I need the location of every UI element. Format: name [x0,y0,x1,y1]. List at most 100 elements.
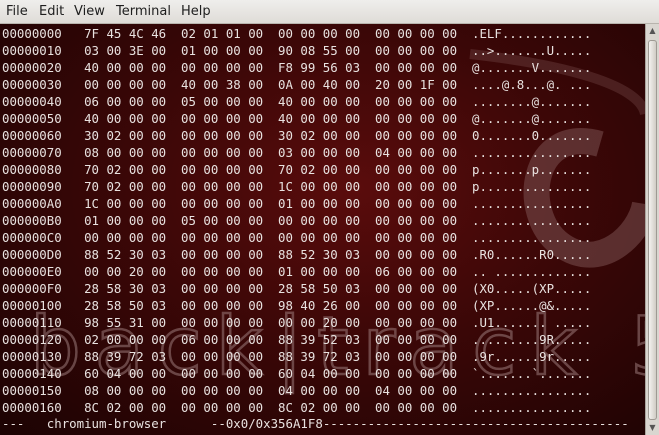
hex-bytes: 08 00 00 00 00 00 00 00 03 00 00 00 04 0… [84,145,458,160]
status-position: --0x0/0x356A1F8 [210,416,323,431]
hex-ascii: ................ [472,145,592,160]
hex-ascii: .. ............. [472,264,592,279]
hex-bytes: 7F 45 4C 46 02 01 01 00 00 00 00 00 00 0… [84,26,458,41]
hex-row: 00000050 40 00 00 00 00 00 00 00 40 00 0… [2,111,591,127]
hex-ascii: @.......@....... [472,111,592,126]
hex-row: 00000100 28 58 50 03 00 00 00 00 98 40 2… [2,298,591,314]
hex-offset: 00000070 [2,145,62,160]
hex-row: 000000B0 01 00 00 00 05 00 00 00 00 00 0… [2,213,591,229]
hex-row: 00000160 8C 02 00 00 00 00 00 00 8C 02 0… [2,400,591,416]
hex-offset: 00000020 [2,60,62,75]
hex-ascii: @.......V....... [472,60,592,75]
hex-ascii: ................ [472,400,592,415]
hex-ascii: 0.......0....... [472,128,592,143]
hex-bytes: 88 39 72 03 00 00 00 00 88 39 72 03 00 0… [84,349,458,364]
hex-bytes: 98 55 31 00 00 00 00 00 00 00 20 00 00 0… [84,315,458,330]
hex-bytes: 40 00 00 00 00 00 00 00 F8 99 56 03 00 0… [84,60,458,75]
hex-row: 00000010 03 00 3E 00 01 00 00 00 90 08 5… [2,43,591,59]
scroll-up-arrow-icon[interactable]: ▲ [646,24,659,38]
hex-offset: 00000000 [2,26,62,41]
hex-offset: 000000B0 [2,213,62,228]
hex-ascii: .ELF............ [472,26,592,41]
hex-offset: 00000120 [2,332,62,347]
hex-ascii: (X0.....(XP..... [472,281,592,296]
hex-ascii: ....@.8...@. ... [472,77,592,92]
hex-bytes: 40 00 00 00 00 00 00 00 40 00 00 00 00 0… [84,111,458,126]
hex-offset: 00000010 [2,43,62,58]
hex-bytes: 00 00 00 00 40 00 38 00 0A 00 40 00 20 0… [84,77,458,92]
hex-row: 00000020 40 00 00 00 00 00 00 00 F8 99 5… [2,60,591,76]
hex-offset: 00000140 [2,366,62,381]
hex-bytes: 30 02 00 00 00 00 00 00 30 02 00 00 00 0… [84,128,458,143]
hex-offset: 000000F0 [2,281,62,296]
hex-row: 00000140 60 04 00 00 00 00 00 00 60 04 0… [2,366,591,382]
hex-offset: 00000040 [2,94,62,109]
hex-ascii: p.......p....... [472,162,592,177]
hex-bytes: 70 02 00 00 00 00 00 00 1C 00 00 00 00 0… [84,179,458,194]
hex-row: 00000040 06 00 00 00 05 00 00 00 40 00 0… [2,94,591,110]
hex-offset: 00000060 [2,128,62,143]
hex-offset: 000000C0 [2,230,62,245]
hex-bytes: 02 00 00 00 06 00 00 00 88 39 52 03 00 0… [84,332,458,347]
hex-bytes: 03 00 3E 00 01 00 00 00 90 08 55 00 00 0… [84,43,458,58]
menu-terminal[interactable]: Terminal [116,4,171,19]
terminal-area[interactable]: back|track 5 00000000 7F 45 4C 46 02 01 … [0,24,645,435]
status-line: --- chromium-browser --0x0/0x356A1F8----… [2,416,629,432]
hex-row: 00000090 70 02 00 00 00 00 00 00 1C 00 0… [2,179,591,195]
hex-ascii: ................ [472,383,592,398]
hex-offset: 00000160 [2,400,62,415]
menu-file[interactable]: File [6,4,28,19]
hex-row: 00000030 00 00 00 00 40 00 38 00 0A 00 4… [2,77,591,93]
hex-ascii: `.......`....... [472,366,592,381]
hex-bytes: 06 00 00 00 05 00 00 00 40 00 00 00 00 0… [84,94,458,109]
hex-offset: 00000130 [2,349,62,364]
hex-ascii: .R0......R0..... [472,247,592,262]
hex-offset: 00000050 [2,111,62,126]
scrollbar-thumb[interactable] [648,40,657,420]
hex-ascii: ..>.......U..... [472,43,592,58]
hex-bytes: 00 00 00 00 00 00 00 00 00 00 00 00 00 0… [84,230,458,245]
hex-bytes: 88 52 30 03 00 00 00 00 88 52 30 03 00 0… [84,247,458,262]
hex-ascii: .U1....... ..... [472,315,592,330]
hex-offset: 000000E0 [2,264,62,279]
hex-ascii: ................ [472,213,592,228]
hex-ascii: (XP......@&..... [472,298,592,313]
hex-row: 00000120 02 00 00 00 06 00 00 00 88 39 5… [2,332,591,348]
hex-row: 00000070 08 00 00 00 00 00 00 00 03 00 0… [2,145,591,161]
hex-bytes: 01 00 00 00 05 00 00 00 00 00 00 00 00 0… [84,213,458,228]
hex-bytes: 8C 02 00 00 00 00 00 00 8C 02 00 00 00 0… [84,400,458,415]
hex-offset: 00000030 [2,77,62,92]
hex-bytes: 1C 00 00 00 00 00 00 00 01 00 00 00 00 0… [84,196,458,211]
menu-help[interactable]: Help [181,4,211,19]
hex-row: 000000C0 00 00 00 00 00 00 00 00 00 00 0… [2,230,591,246]
hex-offset: 00000100 [2,298,62,313]
scroll-down-arrow-icon[interactable]: ▼ [646,421,659,435]
hex-ascii: .........9R..... [472,332,592,347]
hex-bytes: 70 02 00 00 00 00 00 00 70 02 00 00 00 0… [84,162,458,177]
vertical-scrollbar[interactable]: ▲ ▼ [645,24,659,435]
hex-offset: 00000150 [2,383,62,398]
hex-row: 000000A0 1C 00 00 00 00 00 00 00 01 00 0… [2,196,591,212]
hex-row: 00000000 7F 45 4C 46 02 01 01 00 00 00 0… [2,26,591,42]
hex-row: 00000060 30 02 00 00 00 00 00 00 30 02 0… [2,128,591,144]
status-prefix: --- [2,416,25,431]
hex-bytes: 08 00 00 00 00 00 00 00 04 00 00 00 04 0… [84,383,458,398]
hex-row: 00000130 88 39 72 03 00 00 00 00 88 39 7… [2,349,591,365]
status-filename: chromium-browser [46,416,167,431]
hex-bytes: 00 00 20 00 00 00 00 00 01 00 00 00 06 0… [84,264,458,279]
hex-offset: 000000A0 [2,196,62,211]
hex-bytes: 28 58 30 03 00 00 00 00 28 58 50 03 00 0… [84,281,458,296]
hex-offset: 00000080 [2,162,62,177]
hex-ascii: p............... [472,179,592,194]
hex-ascii: ................ [472,230,592,245]
hex-ascii: ........@....... [472,94,592,109]
hex-row: 000000F0 28 58 30 03 00 00 00 00 28 58 5… [2,281,591,297]
hex-bytes: 60 04 00 00 00 00 00 00 60 04 00 00 00 0… [84,366,458,381]
menu-edit[interactable]: Edit [39,4,64,19]
hex-offset: 000000D0 [2,247,62,262]
hex-ascii: .9r......9r..... [472,349,592,364]
hex-ascii: ................ [472,196,592,211]
hex-row: 00000110 98 55 31 00 00 00 00 00 00 00 2… [2,315,591,331]
menu-view[interactable]: View [74,4,105,19]
hex-row: 000000E0 00 00 20 00 00 00 00 00 01 00 0… [2,264,591,280]
